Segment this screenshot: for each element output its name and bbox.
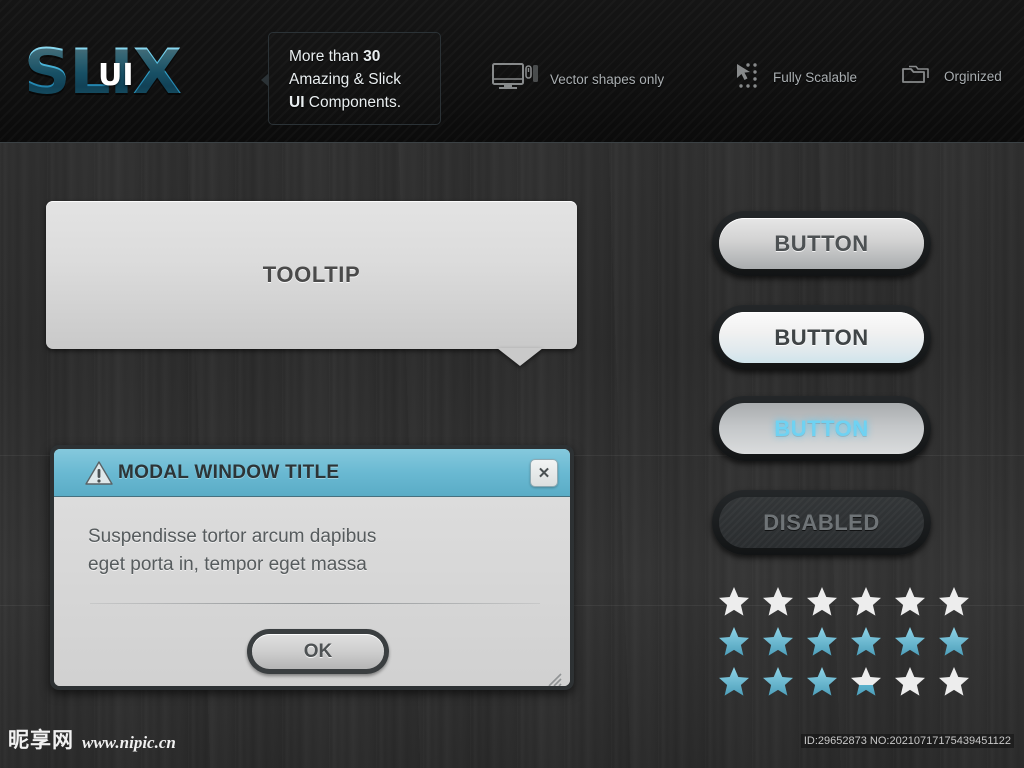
- star-icon[interactable]: [850, 626, 882, 657]
- star-icon[interactable]: [718, 586, 750, 617]
- tooltip-label: TOOLTIP: [262, 262, 361, 287]
- feature-organized: Orginized: [900, 62, 1002, 91]
- modal-title: MODAL WINDOW TITLE: [118, 461, 340, 483]
- ok-button[interactable]: OK: [247, 629, 389, 674]
- star-icon[interactable]: [938, 586, 970, 617]
- star-icon[interactable]: [806, 626, 838, 657]
- callout-line-1: More than 30: [289, 45, 440, 68]
- feature-label-fully-scalable: Fully Scalable: [773, 70, 858, 85]
- tooltip-panel: TOOLTIP: [46, 201, 577, 349]
- modal-text-line-2: eget porta in, tempor eget massa: [88, 554, 367, 575]
- resize-grip-icon[interactable]: [544, 669, 562, 686]
- star-rating-row-full[interactable]: [718, 626, 970, 657]
- callout-line3-bold: UI: [289, 94, 305, 111]
- logo-ui-badge: UI: [98, 58, 134, 93]
- star-icon[interactable]: [938, 666, 970, 697]
- feature-label-organized: Orginized: [944, 69, 1002, 84]
- modal-titlebar[interactable]: MODAL WINDOW TITLE ✕: [54, 449, 570, 497]
- feature-vector-shapes: Vector shapes only: [492, 62, 664, 97]
- close-icon[interactable]: ✕: [530, 459, 558, 487]
- button-disabled: DISABLED: [712, 490, 931, 555]
- modal-window: MODAL WINDOW TITLE ✕ Suspendisse tortor …: [50, 445, 574, 690]
- watermark-id: ID:29652873 NO:20210717175439451122: [800, 734, 1014, 748]
- star-icon[interactable]: [938, 626, 970, 657]
- star-icon[interactable]: [762, 626, 794, 657]
- feature-fully-scalable: Fully Scalable: [735, 62, 857, 93]
- star-icon[interactable]: [806, 586, 838, 617]
- star-rating-row-empty[interactable]: [718, 586, 970, 617]
- star-icon[interactable]: [850, 586, 882, 617]
- callout-line3-rest: Components.: [304, 94, 401, 111]
- folders-icon: [900, 62, 932, 91]
- logo-wordmark: SLIX: [24, 36, 248, 108]
- button-active-label: BUTTON: [719, 403, 924, 454]
- watermark: 昵享网 www.nipic.cn: [8, 724, 176, 754]
- star-icon[interactable]: [894, 666, 926, 697]
- star-icon[interactable]: [718, 626, 750, 657]
- star-icon[interactable]: [762, 586, 794, 617]
- callout-line-2: Amazing & Slick: [289, 71, 401, 88]
- button-hover[interactable]: BUTTON: [712, 305, 931, 370]
- star-icon[interactable]: [806, 666, 838, 697]
- modal-body: Suspendisse tortor arcum dapibus eget po…: [54, 497, 570, 686]
- warning-triangle-icon: [84, 460, 114, 486]
- page-header: SLIX UI More than 30 Amazing & Slick UI …: [0, 0, 1024, 143]
- star-icon[interactable]: [762, 666, 794, 697]
- monitor-mouse-icon: [492, 62, 538, 97]
- ok-button-label: OK: [252, 634, 384, 669]
- button-disabled-label: DISABLED: [719, 497, 924, 548]
- callout-line1-bold: 30: [363, 48, 381, 65]
- brand-logo: SLIX UI: [24, 36, 239, 108]
- callout-line-3: UI Components.: [289, 91, 440, 114]
- modal-text-line-1: Suspendisse tortor arcum dapibus: [88, 526, 377, 547]
- feature-label-vector-shapes: Vector shapes only: [550, 72, 665, 87]
- watermark-cn-text: 昵享网: [8, 728, 74, 752]
- modal-inner: MODAL WINDOW TITLE ✕ Suspendisse tortor …: [54, 449, 570, 686]
- button-normal[interactable]: BUTTON: [712, 211, 931, 276]
- star-icon-half[interactable]: [850, 666, 882, 697]
- star-icon[interactable]: [894, 626, 926, 657]
- button-active[interactable]: BUTTON: [712, 396, 931, 461]
- callout-line1-prefix: More than: [289, 48, 364, 65]
- scale-handles-icon: [735, 62, 761, 93]
- star-icon[interactable]: [718, 666, 750, 697]
- button-normal-label: BUTTON: [719, 218, 924, 269]
- watermark-url: www.nipic.cn: [82, 733, 176, 752]
- tooltip-pointer: [497, 348, 543, 366]
- modal-divider: [90, 603, 540, 604]
- star-rating-row-partial[interactable]: [718, 666, 970, 697]
- button-hover-label: BUTTON: [719, 312, 924, 363]
- star-icon[interactable]: [894, 586, 926, 617]
- header-callout: More than 30 Amazing & Slick UI Componen…: [261, 32, 441, 125]
